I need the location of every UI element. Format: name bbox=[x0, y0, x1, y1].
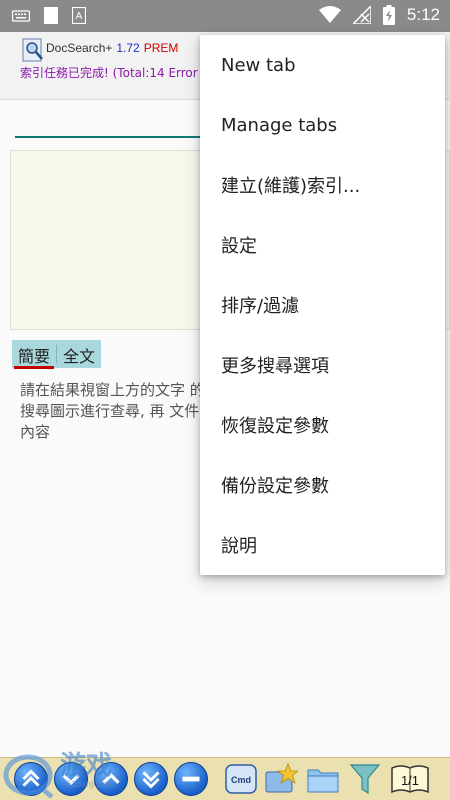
menu-item-manage-tabs[interactable]: Manage tabs bbox=[200, 95, 445, 155]
menu-item-more-search-options[interactable]: 更多搜尋選項 bbox=[200, 335, 445, 395]
svg-text:A: A bbox=[76, 11, 83, 22]
scroll-top-icon[interactable] bbox=[14, 762, 48, 796]
page-indicator: 1/1 bbox=[401, 773, 419, 788]
status-bar: A 5:12 bbox=[0, 0, 450, 32]
font-icon: A bbox=[72, 7, 86, 24]
scroll-bottom-icon[interactable] bbox=[134, 762, 168, 796]
bottom-toolbar: Cmd 1/1 bbox=[0, 757, 450, 800]
favorite-icon[interactable] bbox=[264, 762, 298, 796]
wifi-icon bbox=[318, 6, 341, 23]
help-text: 請在結果視窗上方的文字 的搜尋圖示進行查尋, 再 文件內容 bbox=[20, 381, 205, 441]
cmd-icon[interactable]: Cmd bbox=[224, 762, 258, 796]
menu-item-sort-filter[interactable]: 排序/過濾 bbox=[200, 275, 445, 335]
battery-icon bbox=[382, 5, 395, 25]
overflow-menu: New tab Manage tabs 建立(維護)索引... 設定 排序/過濾… bbox=[200, 35, 445, 575]
menu-item-settings[interactable]: 設定 bbox=[200, 215, 445, 275]
index-status-text: 索引任務已完成! (Total:14 Error bbox=[20, 66, 198, 80]
book-icon[interactable]: 1/1 bbox=[390, 762, 430, 796]
no-signal-icon bbox=[352, 6, 371, 24]
app-title: DocSearch+ 1.72 PREM bbox=[46, 41, 178, 55]
menu-item-build-index[interactable]: 建立(維護)索引... bbox=[200, 155, 445, 215]
tab-summary[interactable]: 簡要 bbox=[12, 340, 56, 369]
clock: 5:12 bbox=[406, 5, 440, 24]
keyboard-icon bbox=[12, 9, 30, 22]
cmd-label: Cmd bbox=[231, 775, 251, 785]
menu-item-help[interactable]: 說明 bbox=[200, 515, 445, 575]
folder-icon[interactable] bbox=[306, 762, 340, 796]
tab-fulltext[interactable]: 全文 bbox=[57, 340, 101, 368]
menu-item-restore-settings[interactable]: 恢復設定參數 bbox=[200, 395, 445, 455]
app-version: 1.72 bbox=[116, 41, 140, 55]
menu-item-new-tab[interactable]: New tab bbox=[200, 35, 445, 95]
filter-icon[interactable] bbox=[348, 762, 382, 796]
app-logo-icon bbox=[22, 38, 43, 62]
app-name: DocSearch+ bbox=[46, 41, 113, 55]
minus-icon[interactable] bbox=[174, 762, 208, 796]
menu-item-backup-settings[interactable]: 備份設定參數 bbox=[200, 455, 445, 515]
scroll-down-icon[interactable] bbox=[54, 762, 88, 796]
app-edition: PREM bbox=[143, 41, 179, 55]
document-icon bbox=[44, 7, 58, 24]
scroll-up-icon[interactable] bbox=[94, 762, 128, 796]
view-tabs: 簡要 全文 bbox=[12, 340, 102, 369]
